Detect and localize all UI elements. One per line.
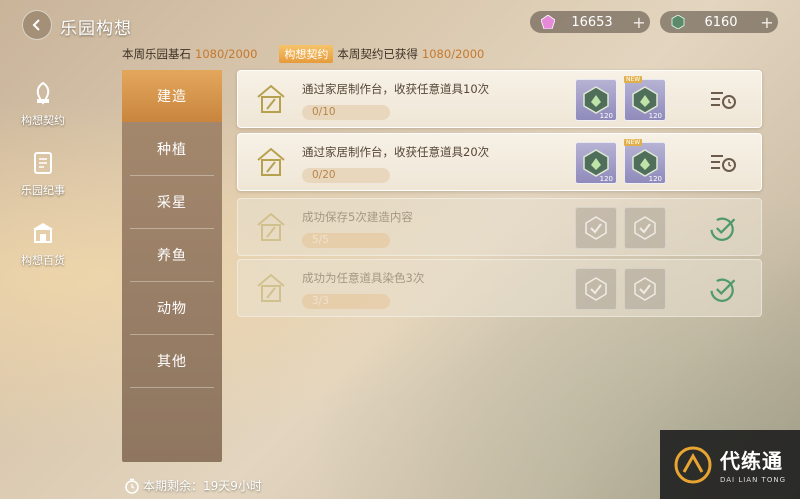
category-divider	[130, 387, 214, 388]
reward-amount: 120	[599, 175, 613, 183]
task-description: 成功为任意道具染色3次	[302, 271, 425, 285]
contract-label: 本周契约已获得	[337, 47, 418, 61]
go-to-task-button[interactable]	[708, 150, 738, 176]
weekly-stats: 本周乐园基石 1080/2000 构想契约 本周契约已获得 1080/2000	[122, 45, 484, 63]
task-description: 通过家居制作台，收获任意道具20次	[302, 145, 490, 159]
check-icon	[634, 216, 656, 240]
nav-item-contract[interactable]: 构想契约	[0, 78, 86, 128]
reward-new-tag: NEW	[624, 76, 643, 83]
reward-crystal-icon	[583, 149, 609, 177]
crystal-amount: 6160	[704, 14, 738, 30]
category-tab-build[interactable]: 建造	[122, 70, 222, 122]
nav-item-chronicle[interactable]: 乐园纪事	[0, 148, 86, 198]
chronicle-icon	[28, 148, 58, 178]
task-progress: 0/10	[302, 105, 390, 120]
completed-indicator	[708, 276, 738, 302]
task-description: 成功保存5次建造内容	[302, 210, 413, 224]
category-tab-animal[interactable]: 动物	[122, 282, 222, 334]
completed-indicator	[708, 215, 738, 241]
house-build-icon	[257, 84, 285, 113]
reward-item[interactable]: NEW 120	[624, 139, 666, 184]
store-icon	[28, 218, 58, 248]
logo-name: 代练通	[720, 449, 783, 473]
category-tab-star[interactable]: 采星	[122, 176, 222, 228]
add-crystals-button[interactable]: +	[756, 13, 778, 32]
reward-item[interactable]: NEW 120	[624, 76, 666, 121]
house-build-icon	[257, 212, 285, 241]
reward-new-tag: NEW	[624, 139, 643, 146]
task-progress: 5/5	[302, 233, 390, 248]
task-card-completed: 成功保存5次建造内容 5/5	[237, 198, 762, 256]
task-list-clock-icon	[711, 92, 736, 109]
task-progress: 0/20	[302, 168, 390, 183]
category-tab-other[interactable]: 其他	[122, 335, 222, 387]
logo-mark-icon	[674, 446, 712, 483]
foundation-label: 本周乐园基石	[122, 47, 191, 61]
check-icon	[585, 216, 607, 240]
nav-item-label: 构想百货	[21, 254, 65, 267]
check-icon	[585, 277, 607, 301]
nav-item-label: 乐园纪事	[21, 184, 65, 197]
reward-crystal-icon	[632, 149, 658, 177]
watermark-logo: 代练通 DAI LIAN TONG	[660, 430, 800, 499]
task-list-clock-icon	[711, 155, 736, 172]
currency-gems: 16653 +	[530, 11, 650, 33]
reward-item-claimed	[575, 207, 617, 249]
reward-item[interactable]: 120	[575, 79, 617, 121]
top-bar: 乐园构想 16653 + 6160 +	[0, 0, 800, 44]
reward-item-claimed	[624, 207, 666, 249]
reward-item-claimed	[575, 268, 617, 310]
checkmark-circle-icon	[710, 278, 736, 302]
period-remaining: 本期剩余：19天9小时	[124, 477, 262, 494]
back-icon	[32, 19, 40, 31]
checkmark-circle-icon	[710, 217, 736, 241]
clock-icon	[125, 478, 139, 494]
task-card: 通过家居制作台，收获任意道具10次 0/10 120 NEW 120	[237, 70, 762, 128]
contract-tag: 构想契约	[279, 45, 334, 63]
currency-crystals: 6160 +	[660, 11, 778, 33]
reward-amount: 120	[599, 112, 613, 120]
house-build-icon	[257, 147, 285, 176]
reward-amount: 120	[648, 112, 662, 120]
nav-item-store[interactable]: 构想百货	[0, 218, 86, 268]
logo-text: 代练通 DAI LIAN TONG	[720, 445, 786, 484]
category-tab-fish[interactable]: 养鱼	[122, 229, 222, 281]
add-gems-button[interactable]: +	[628, 13, 650, 32]
foundation-value: 1080/2000	[195, 47, 258, 61]
pink-gem-icon	[540, 14, 556, 30]
contract-icon	[28, 78, 58, 108]
remaining-text: 本期剩余：19天9小时	[143, 479, 262, 493]
reward-crystal-icon	[632, 86, 658, 114]
green-crystal-icon	[670, 14, 686, 30]
house-build-icon	[257, 273, 285, 302]
task-description: 通过家居制作台，收获任意道具10次	[302, 82, 490, 96]
reward-item[interactable]: 120	[575, 142, 617, 184]
page-title: 乐园构想	[60, 19, 132, 39]
task-card: 通过家居制作台，收获任意道具20次 0/20 120 NEW 120	[237, 133, 762, 191]
task-card-completed: 成功为任意道具染色3次 3/3	[237, 259, 762, 317]
contract-value: 1080/2000	[421, 47, 485, 61]
reward-crystal-icon	[583, 86, 609, 114]
category-panel: 建造 种植 采星 养鱼 动物 其他	[122, 70, 222, 462]
logo-subtitle: DAI LIAN TONG	[720, 476, 787, 484]
reward-amount: 120	[648, 175, 662, 183]
gem-amount: 16653	[571, 14, 613, 30]
task-progress: 3/3	[302, 294, 390, 309]
reward-item-claimed	[624, 268, 666, 310]
category-tab-plant[interactable]: 种植	[122, 123, 222, 175]
back-button[interactable]	[22, 10, 52, 40]
nav-item-label: 构想契约	[21, 114, 65, 127]
check-icon	[634, 277, 656, 301]
go-to-task-button[interactable]	[708, 87, 738, 113]
